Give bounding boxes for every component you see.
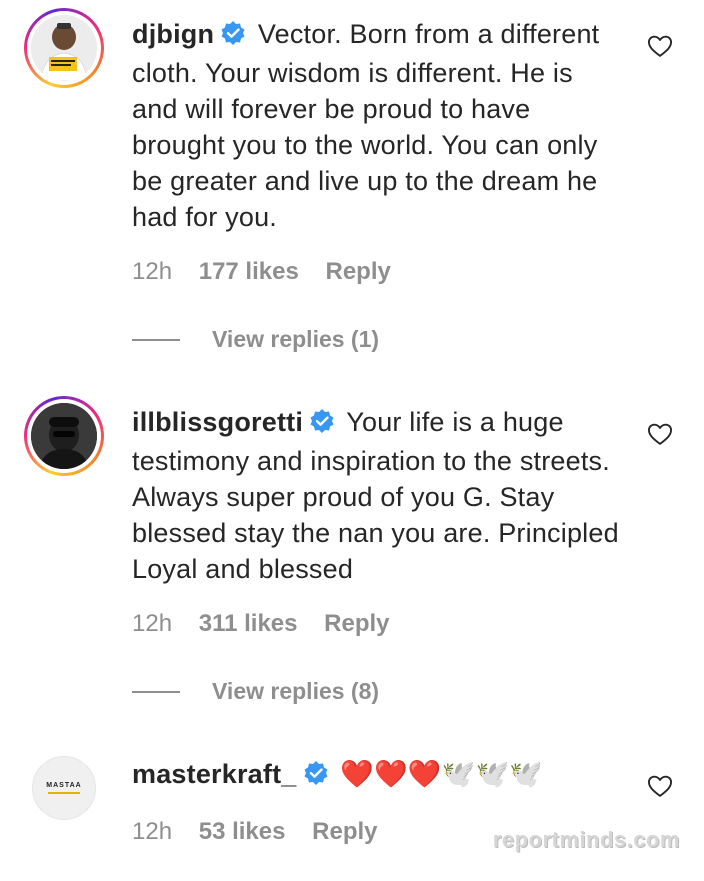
avatar-photo-illblissgoretti [31,403,97,469]
username[interactable]: masterkraft_ [132,759,297,789]
comment-body: djbign Vector. Born from a different clo… [132,16,622,235]
avatar-illblissgoretti[interactable] [24,396,104,476]
view-replies-button[interactable]: View replies (1) [132,326,379,353]
timestamp: 12h [132,610,173,637]
watermark: reportminds.com [492,827,680,852]
view-replies-label[interactable]: View replies (8) [212,678,379,705]
likes-count[interactable]: 311 likes [199,610,298,637]
timestamp: 12h [132,258,173,285]
username[interactable]: illblissgoretti [132,407,303,437]
heart-outline-icon[interactable] [646,772,674,800]
avatar-masterkraft[interactable]: MASTAA [32,756,96,820]
reply-button[interactable]: Reply [324,610,389,637]
heart-outline-icon[interactable] [646,32,674,60]
comment-body: masterkraft_ ❤️❤️❤️🕊️🕊️🕊️ [132,756,602,795]
comment-body: illblissgoretti Your life is a huge test… [132,404,622,587]
divider-line [132,690,180,693]
comment-meta: 12h 53 likes Reply [132,818,398,846]
timestamp: 12h [132,818,173,845]
comment-meta: 12h 177 likes Reply [132,258,411,286]
verified-badge-icon [220,19,246,55]
comment-text: Vector. Born from a different cloth. You… [132,19,600,232]
heart-outline-icon[interactable] [646,420,674,448]
view-replies-label[interactable]: View replies (1) [212,326,379,353]
comment-meta: 12h 311 likes Reply [132,610,410,638]
view-replies-button[interactable]: View replies (8) [132,678,379,705]
verified-badge-icon [303,759,329,795]
reply-button[interactable]: Reply [312,818,377,845]
avatar-photo-djbign [31,15,97,81]
likes-count[interactable]: 177 likes [199,258,299,285]
avatar-djbign[interactable] [24,8,104,88]
verified-badge-icon [309,407,335,443]
divider-line [132,338,180,341]
reply-button[interactable]: Reply [325,258,390,285]
comment-text: ❤️❤️❤️🕊️🕊️🕊️ [340,759,544,789]
likes-count[interactable]: 53 likes [199,818,286,845]
avatar-logo-bar [48,792,80,794]
avatar-logo-text: MASTAA [46,782,82,789]
username[interactable]: djbign [132,19,214,49]
